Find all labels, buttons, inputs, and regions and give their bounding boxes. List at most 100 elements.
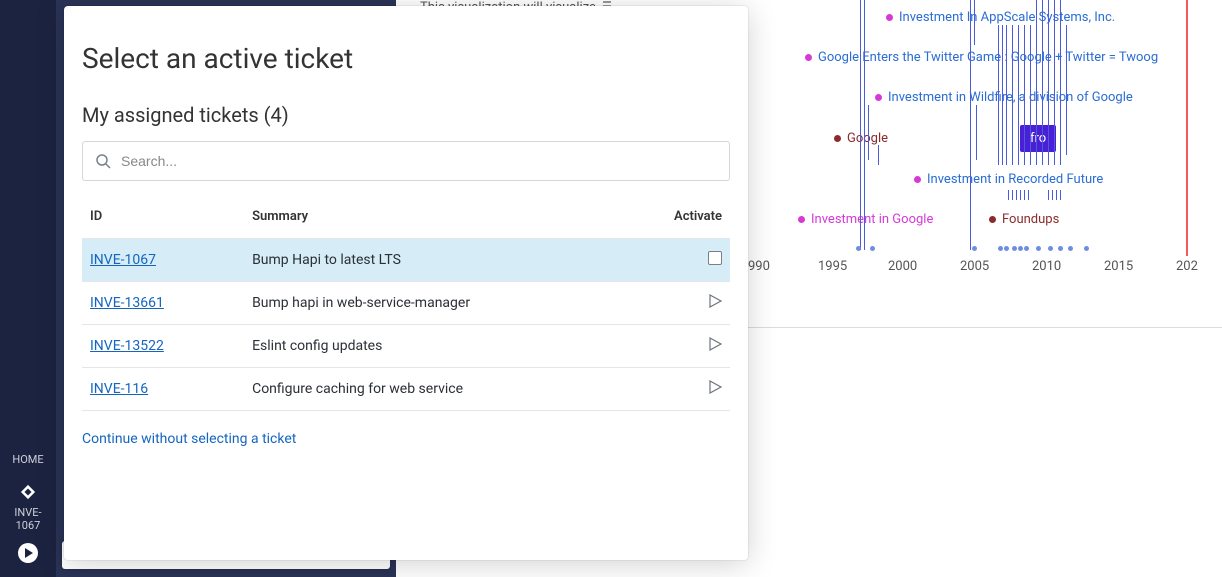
table-row[interactable]: INVE-116Configure caching for web servic… [82,368,730,411]
timeline-tick [1016,190,1017,200]
timeline-small-dot [1018,246,1023,251]
timeline-event[interactable]: Investment in Google [798,212,933,227]
timeline-tick [868,105,869,160]
timeline-small-dot [1068,246,1073,251]
timeline-tick [1020,190,1021,200]
timeline-tick [998,25,999,165]
activate-button[interactable] [708,337,722,355]
axis-label: 990 [748,259,770,274]
timeline-event[interactable]: Foundups [989,212,1059,227]
timeline-tick [1042,0,1043,165]
event-dot-icon [834,135,841,142]
modal-subtitle: My assigned tickets (4) [82,103,730,127]
event-label: Investment in Google [811,212,933,227]
axis-label: 2000 [888,259,917,274]
continue-without-ticket[interactable]: Continue without selecting a ticket [82,431,296,447]
timeline-tick [1056,190,1057,200]
timeline-tick [1060,0,1061,165]
left-sidebar: HOME INVE- 1067 [0,0,56,577]
timeline-event[interactable]: Investment in Recorded Future [914,172,1103,187]
timeline-event[interactable]: Investment in Wildfire, a division of Go… [875,90,1133,105]
timeline-tick [1006,25,1007,165]
play-outline-icon [708,380,722,394]
ticket-id-link[interactable]: INVE-13661 [90,295,164,311]
play-circle-icon [17,542,39,564]
timeline-axis: 990 1995 2000 2005 2010 2015 202 [748,257,1222,297]
ticket-summary: Bump hapi in web-service-manager [244,282,666,325]
timeline-small-dot [1084,246,1089,251]
timeline-event[interactable]: Google Enters the Twitter Game : Google … [805,50,1158,65]
timeline-tick [878,145,879,165]
timeline-tick [1066,25,1067,155]
timeline-tick [1028,190,1029,200]
timeline-tick [1018,25,1019,165]
select-ticket-modal: Select an active ticket My assigned tick… [64,6,748,560]
sidebar-ticket-line2: 1067 [14,519,41,532]
timeline-small-dot [856,246,861,251]
timeline-tick [1002,25,1003,165]
search-box[interactable] [82,141,730,181]
timeline-small-dot [870,246,875,251]
event-label: Google Enters the Twitter Game : Google … [818,50,1158,65]
timeline-small-dot [1012,246,1017,251]
axis-label: 1995 [818,259,847,274]
table-row[interactable]: INVE-13522 Eslint config updates [82,325,730,368]
play-outline-icon [708,337,722,351]
sidebar-ticket-line1: INVE- [14,506,41,519]
table-row[interactable]: INVE-13661 Bump hapi in web-service-manag… [82,282,730,325]
search-icon [95,153,111,169]
timeline-tick [864,0,865,250]
modal-title: Select an active ticket [82,42,730,75]
ticket-id-link[interactable]: INVE-116 [90,381,148,397]
col-activate: Activate [666,203,730,239]
timeline-tick [970,0,971,250]
timeline-tick [1030,25,1031,165]
sidebar-home[interactable]: HOME [12,453,43,466]
timeline-tick [1052,190,1053,200]
timeline-small-dot [972,246,977,251]
timeline-now-marker [1186,0,1188,256]
timeline-small-dot [1036,246,1041,251]
timeline-small-dot [998,246,1003,251]
timeline-tick [1012,25,1013,165]
timeline-tick [1024,25,1025,165]
activate-button[interactable] [708,380,722,398]
event-label: Investment in Recorded Future [927,172,1103,187]
timeline-small-dot [1004,246,1009,251]
event-label: Foundups [1002,212,1059,227]
activate-button[interactable] [708,294,722,312]
timeline-bar[interactable]: fro [1020,125,1056,152]
axis-label: 2005 [960,259,989,274]
event-dot-icon [875,94,882,101]
ticket-id-link[interactable]: INVE-13522 [90,338,164,354]
event-label: Investment in Wildfire, a division of Go… [888,90,1133,105]
timeline-tick [860,0,861,250]
timeline-small-dot [1048,246,1053,251]
timeline-tick [974,0,975,45]
axis-label: 2015 [1104,259,1133,274]
event-label: Investment In AppScale Systems, Inc. [899,10,1115,25]
play-outline-icon [708,294,722,308]
timeline-event[interactable]: Investment In AppScale Systems, Inc. [886,10,1115,25]
ticket-id-link[interactable]: INVE-1067 [90,252,156,268]
sidebar-play-button[interactable] [17,542,39,567]
event-dot-icon [798,216,805,223]
timeline-event[interactable]: Google [834,131,888,146]
col-summary: Summary [244,203,666,239]
event-dot-icon [886,14,893,21]
timeline-tick [1060,190,1061,200]
sidebar-active-ticket[interactable]: INVE- 1067 [14,482,41,532]
event-dot-icon [914,176,921,183]
timeline-small-dot [1024,246,1029,251]
timeline-small-dot [1058,246,1063,251]
table-row[interactable]: INVE-1067Bump Hapi to latest LTS [82,239,730,282]
axis-label: 202 [1176,259,1198,274]
axis-label: 2010 [1032,259,1061,274]
timeline-tick [1048,190,1049,200]
active-checkbox[interactable] [708,251,722,265]
timeline-tick [1054,0,1055,165]
sidebar-home-label: HOME [12,453,43,466]
ticket-summary: Eslint config updates [244,325,666,368]
search-input[interactable] [121,153,717,169]
timeline-tick [1012,190,1013,200]
